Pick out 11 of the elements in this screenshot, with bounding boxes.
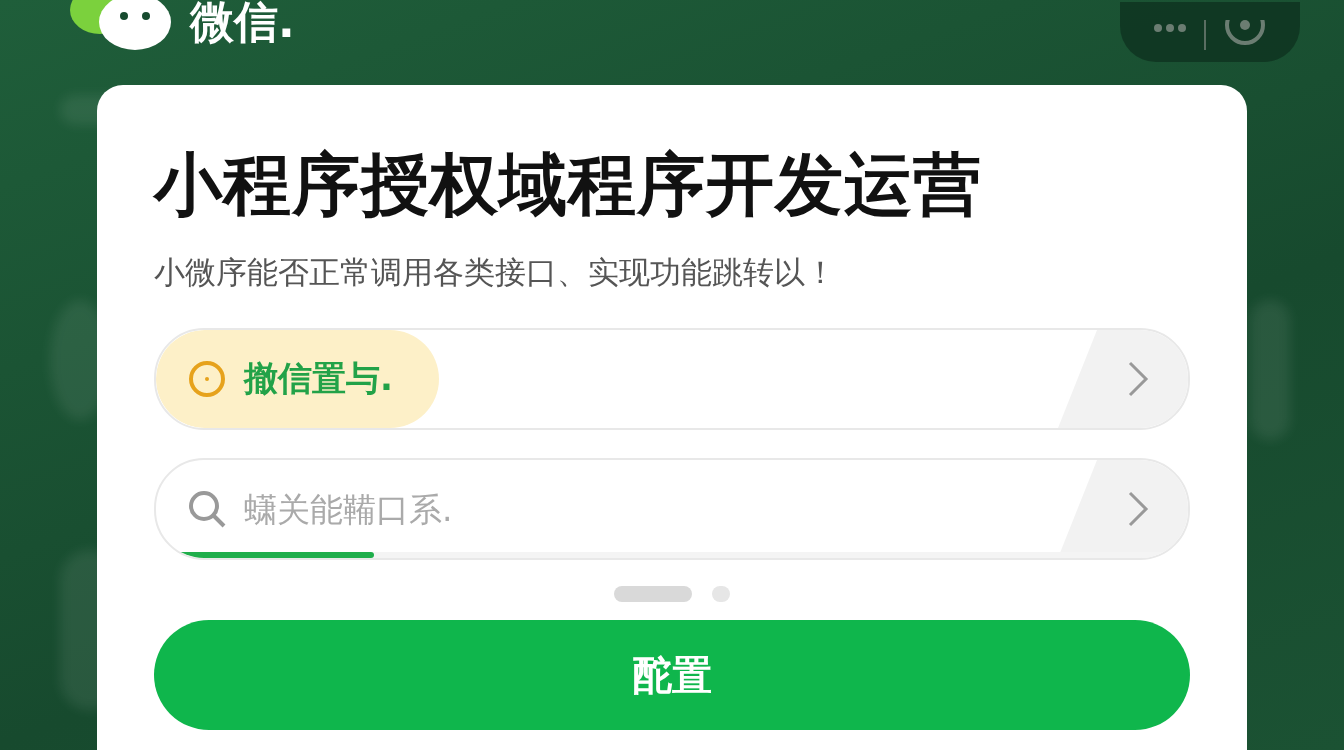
search-icon	[186, 488, 228, 530]
option-row[interactable]: 撤信置与.	[154, 328, 1190, 430]
app-title: 微信.	[190, 0, 295, 49]
search-field[interactable]: 蟏关能鞴口系.	[242, 488, 846, 530]
dialog-title: 小程序授权域程序开发运营	[154, 144, 983, 226]
capsule-menu[interactable]	[1120, 2, 1300, 62]
option-row[interactable]: 蟏关能鞴口系.	[154, 458, 1190, 560]
option-label: 撤信置与.	[244, 357, 393, 400]
ring-icon	[186, 358, 228, 400]
confirm-button[interactable]: 酡置	[154, 620, 1190, 730]
dialog-subtitle: 小微序能否正常调用各类接口、实现功能跳转以！	[154, 253, 837, 292]
